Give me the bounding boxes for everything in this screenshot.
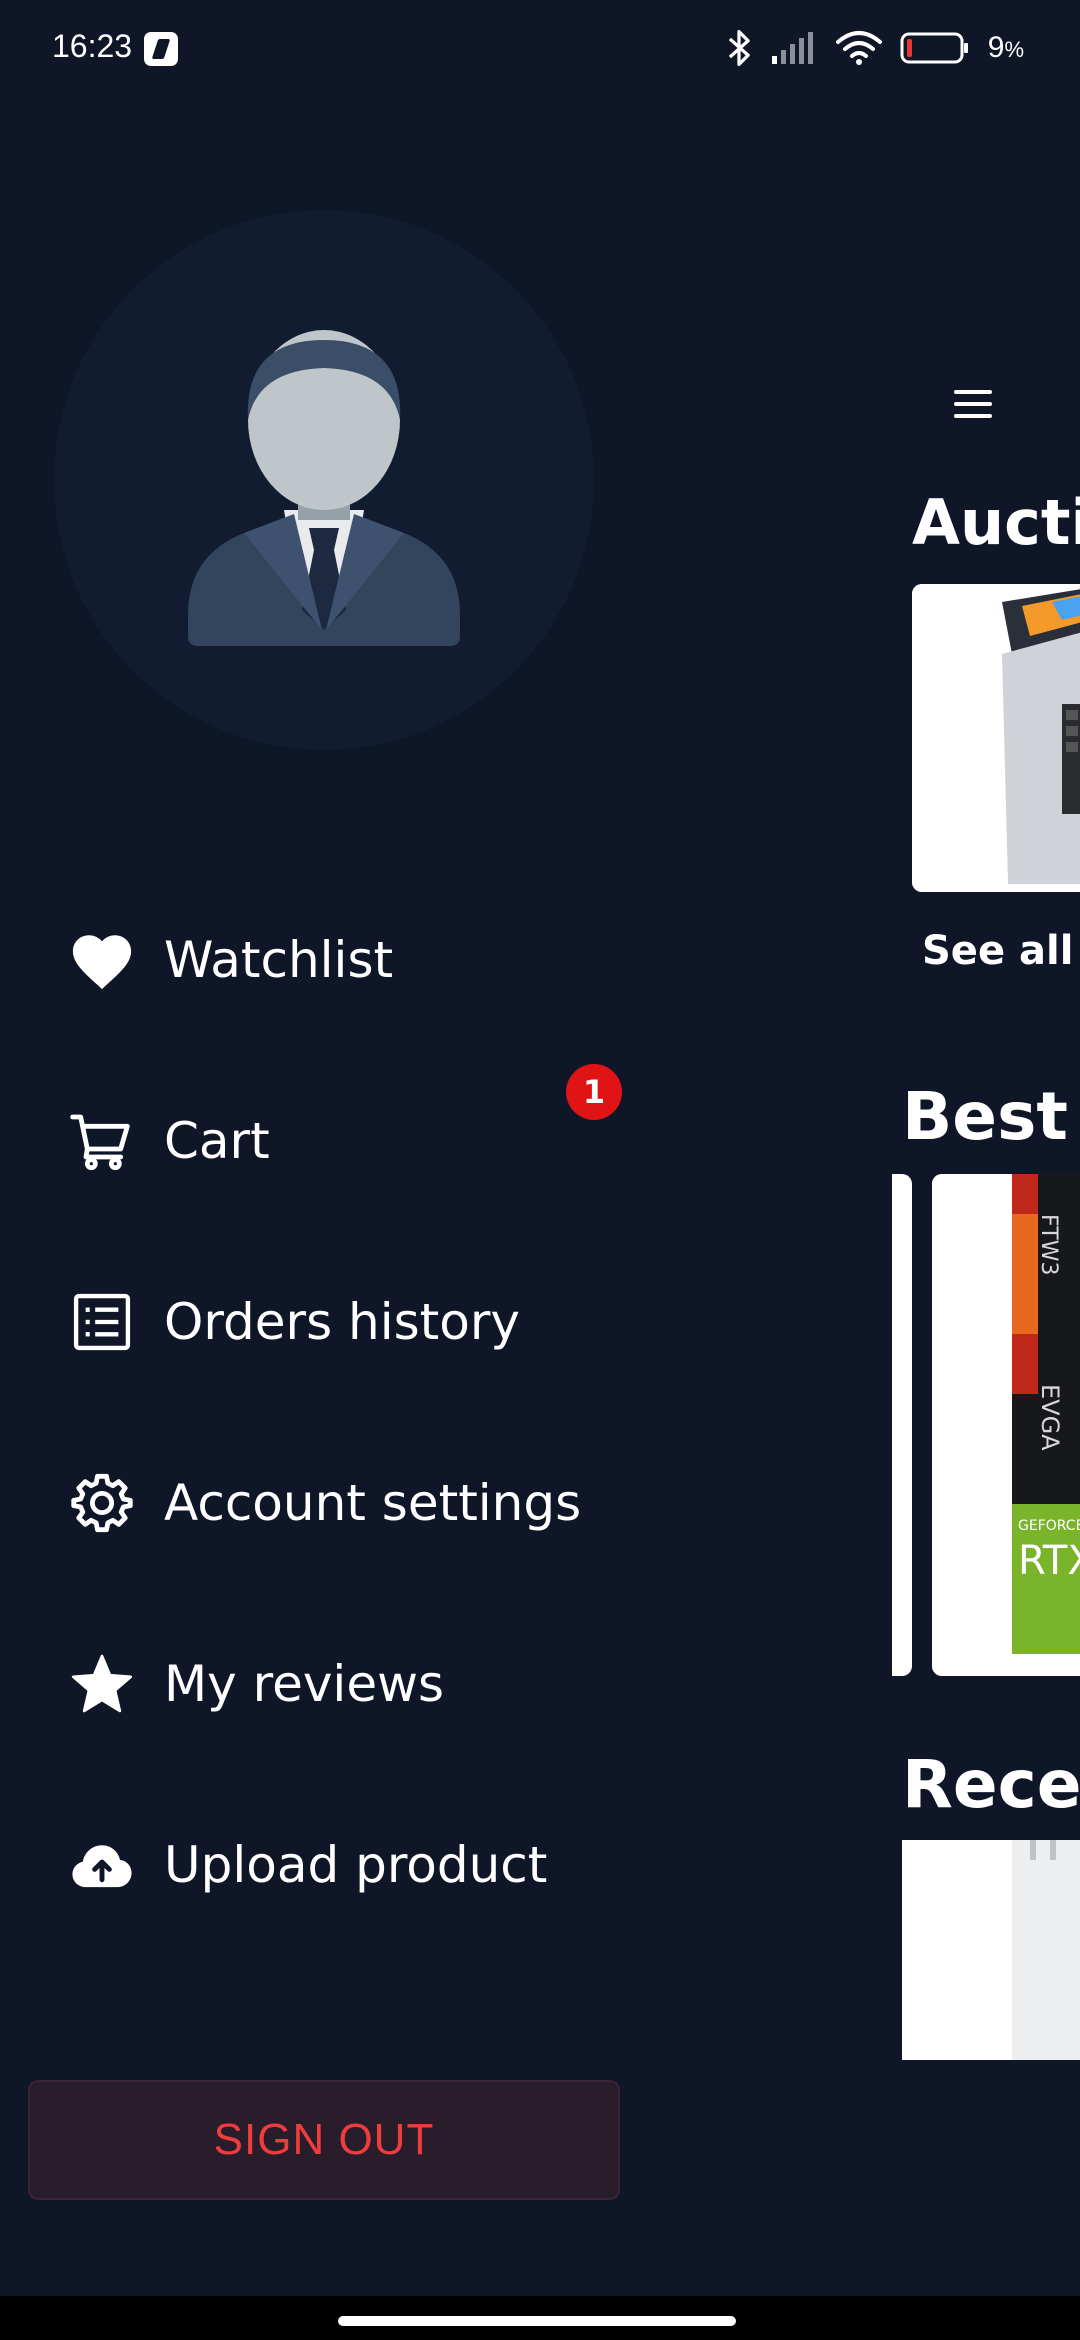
bluetooth-icon bbox=[728, 30, 750, 66]
cloud-upload-icon bbox=[64, 1827, 140, 1903]
battery-low-icon bbox=[900, 32, 968, 64]
status-time: 16:23 bbox=[52, 28, 133, 64]
home-gesture-handle[interactable] bbox=[338, 2316, 736, 2326]
navigation-drawer: Watchlist Cart 1 Orders history Account … bbox=[0, 0, 868, 2296]
menu-item-label: Upload product bbox=[164, 1836, 548, 1894]
menu-item-my-reviews[interactable]: My reviews bbox=[64, 1644, 704, 1724]
menu-item-upload-product[interactable]: Upload product bbox=[64, 1825, 704, 1905]
sign-out-button[interactable]: SIGN OUT bbox=[28, 2080, 620, 2200]
menu-item-label: My reviews bbox=[164, 1655, 445, 1713]
auctions-section-title: Aucti bbox=[912, 486, 1080, 559]
recent-product-card[interactable] bbox=[902, 1840, 1080, 2060]
gpu-series-label: FTW3 bbox=[1036, 1214, 1061, 1275]
gpu-box-image: EVGA FTW3 GEFORCE RTX bbox=[932, 1174, 1080, 1676]
menu-item-orders-history[interactable]: Orders history bbox=[64, 1282, 704, 1362]
app-notification-icon bbox=[144, 32, 178, 66]
recent-section-title: Recen bbox=[902, 1746, 1080, 1823]
menu-item-label: Watchlist bbox=[164, 931, 394, 989]
avatar[interactable] bbox=[54, 210, 594, 750]
status-icons: 9% bbox=[726, 22, 1024, 74]
gpu-brand-label: EVGA bbox=[1036, 1384, 1064, 1451]
see-all-link[interactable]: See all c bbox=[922, 928, 1080, 974]
star-icon bbox=[64, 1646, 140, 1722]
wifi-icon bbox=[835, 31, 882, 65]
auction-product-card[interactable] bbox=[912, 584, 1080, 892]
signal-icon bbox=[771, 32, 813, 64]
gear-icon bbox=[64, 1465, 140, 1541]
cart-icon bbox=[64, 1103, 140, 1179]
menu-item-watchlist[interactable]: Watchlist bbox=[64, 920, 704, 1000]
heart-icon bbox=[64, 922, 140, 998]
recent-product-image bbox=[902, 1840, 1080, 2060]
battery-percentage: 9% bbox=[987, 31, 1024, 64]
user-avatar-icon bbox=[188, 330, 460, 646]
laptop-image bbox=[912, 584, 1080, 892]
hamburger-menu-icon[interactable] bbox=[954, 390, 994, 422]
cart-count-badge: 1 bbox=[566, 1064, 622, 1120]
best-product-card[interactable]: EVGA FTW3 GEFORCE RTX bbox=[932, 1174, 1080, 1676]
screen: Aucti See all c Best I EVGA bbox=[0, 0, 1080, 2340]
list-icon bbox=[64, 1284, 140, 1360]
menu-item-label: Cart bbox=[164, 1112, 270, 1170]
gpu-model-label: RTX bbox=[1018, 1538, 1080, 1584]
best-section-title: Best I bbox=[902, 1078, 1080, 1155]
gpu-line-label: GEFORCE bbox=[1018, 1518, 1080, 1534]
best-product-card-prev[interactable] bbox=[892, 1174, 912, 1676]
menu-item-account-settings[interactable]: Account settings bbox=[64, 1463, 704, 1543]
home-screen: Aucti See all c Best I EVGA bbox=[868, 290, 1080, 2090]
sign-out-label: SIGN OUT bbox=[213, 2115, 435, 2164]
menu-item-label: Account settings bbox=[164, 1474, 582, 1532]
gesture-nav-bar bbox=[0, 2296, 1080, 2340]
status-bar: 16:23 9% bbox=[0, 0, 1080, 96]
menu-item-label: Orders history bbox=[164, 1293, 521, 1351]
